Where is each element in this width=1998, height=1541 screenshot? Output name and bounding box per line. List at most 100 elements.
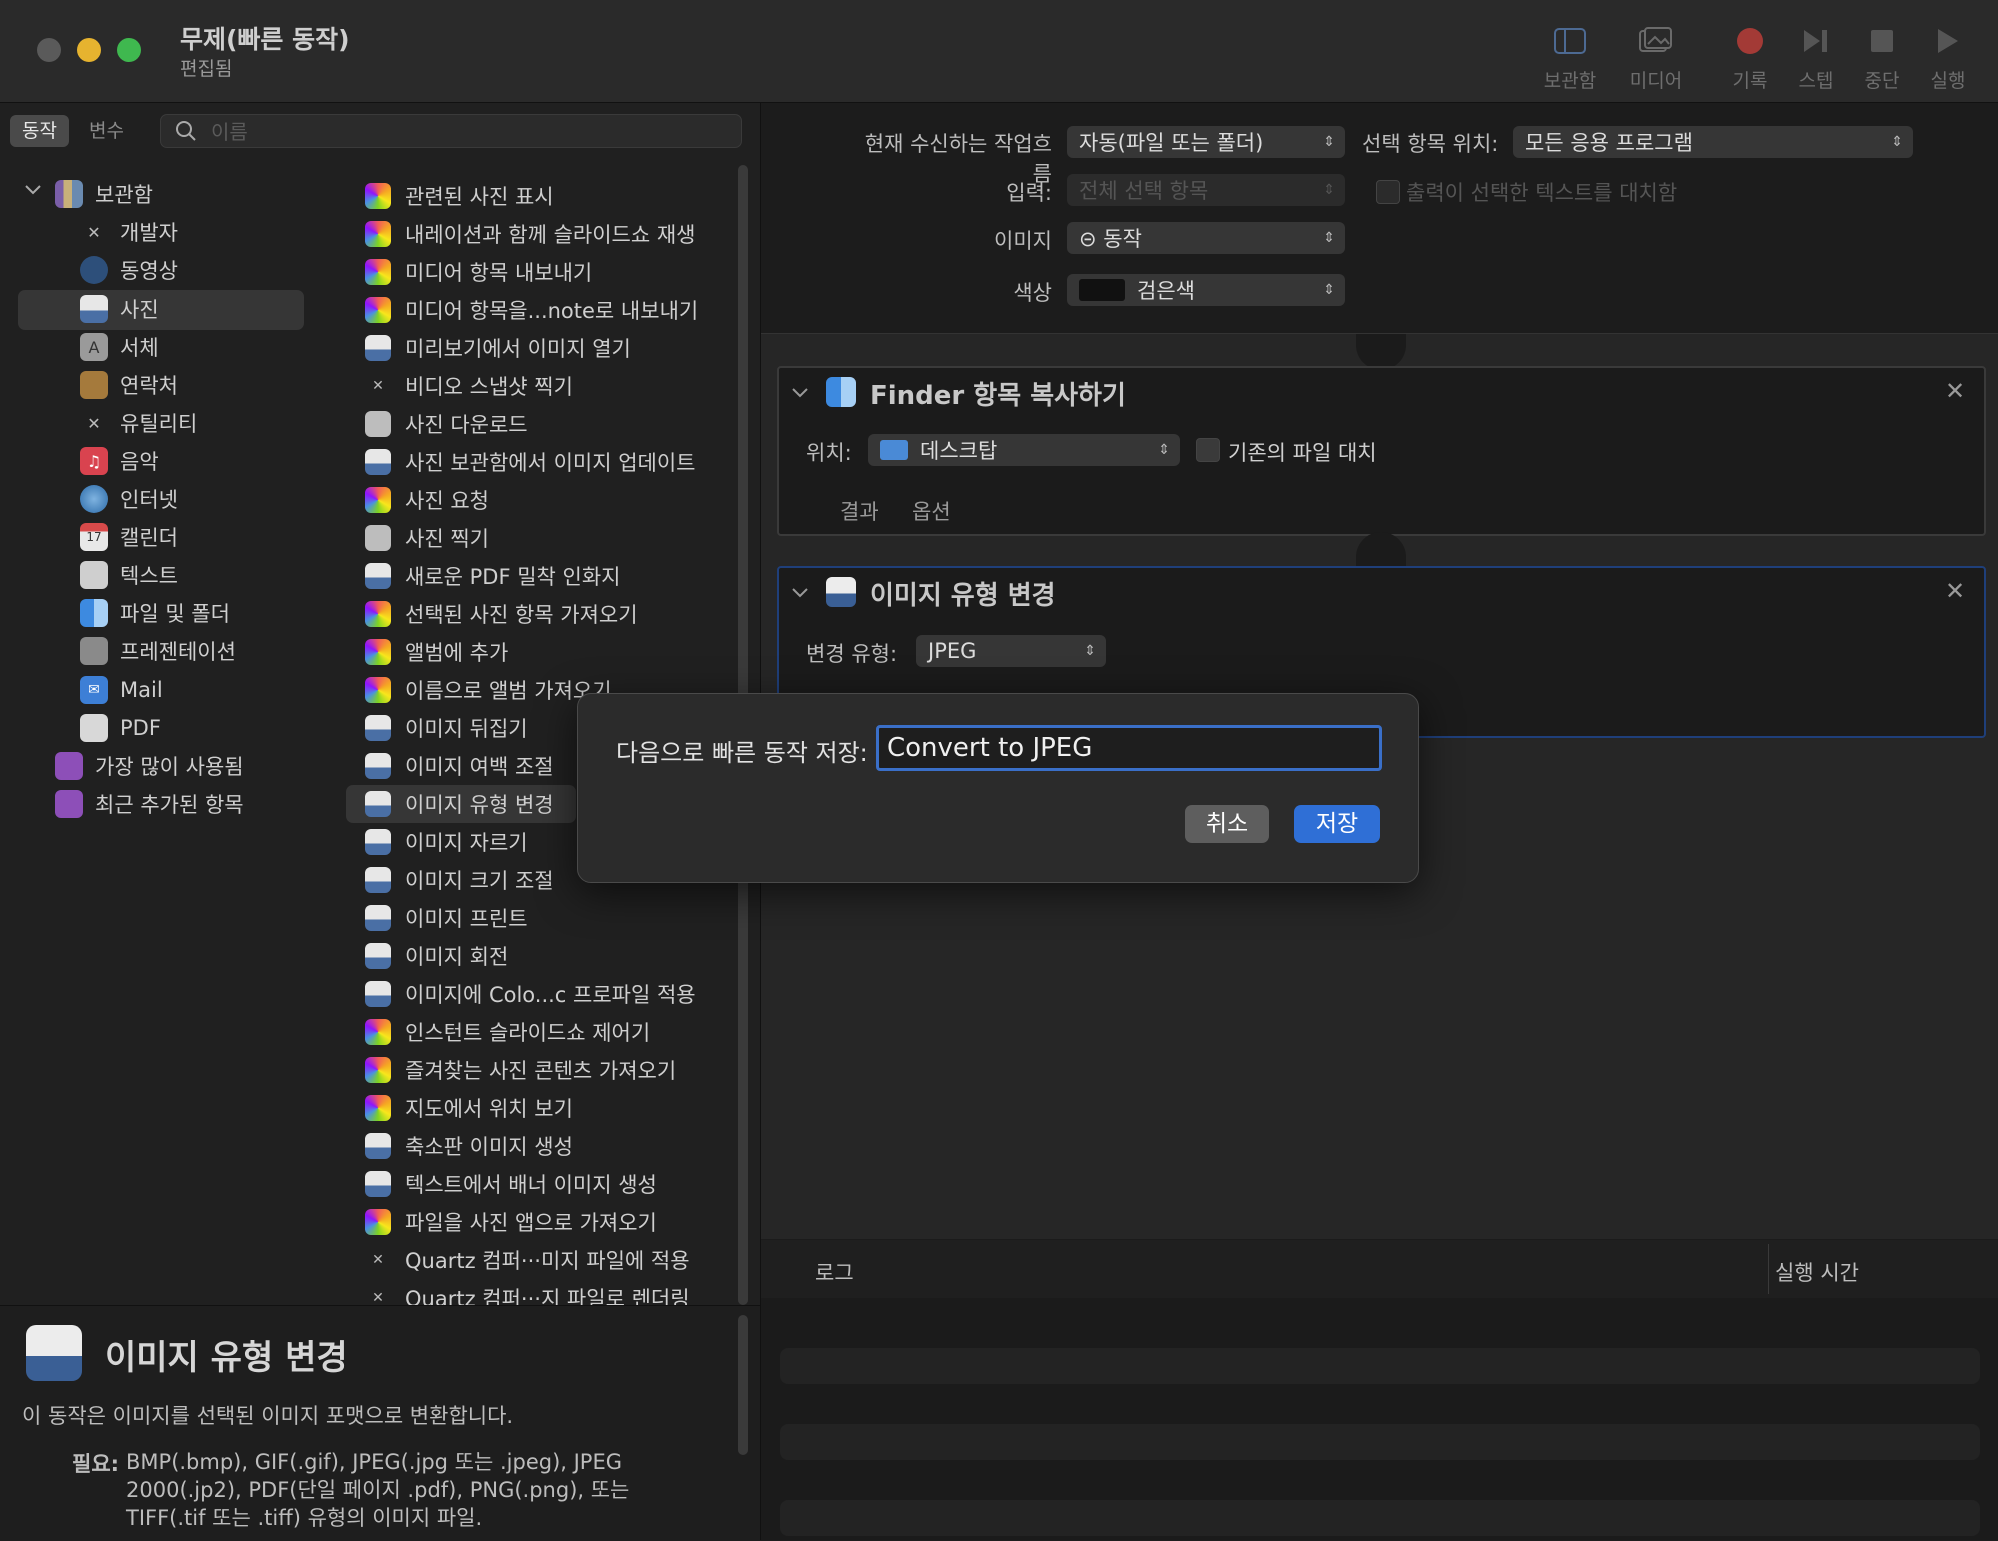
collapse-chevron-icon[interactable] — [790, 382, 810, 406]
library-item-text[interactable]: 텍스트 — [80, 557, 178, 593]
toolbar-media-button[interactable]: 미디어 — [1614, 22, 1698, 93]
search-field[interactable] — [160, 114, 742, 149]
action-list-item[interactable]: 인스턴트 슬라이드쇼 제어기 — [365, 1014, 650, 1050]
action-list-item[interactable]: 이미지 자르기 — [365, 824, 528, 860]
action-list-item[interactable]: 이미지 프린트 — [365, 900, 528, 936]
tab-results[interactable]: 결과 — [840, 496, 879, 526]
tab-actions[interactable]: 동작 — [10, 115, 69, 147]
presentation-icon — [80, 637, 108, 665]
collapse-chevron-icon[interactable] — [790, 582, 810, 606]
library-item-calendar[interactable]: 17 캘린더 — [80, 519, 178, 555]
preview-icon — [365, 449, 391, 475]
library-item-files-folders[interactable]: 파일 및 폴더 — [80, 595, 230, 631]
library-item-recently-added[interactable]: 최근 추가된 항목 — [55, 786, 244, 822]
action-list-item[interactable]: 이미지 크기 조절 — [365, 862, 554, 898]
save-dialog — [577, 693, 1419, 883]
library-item-developer[interactable]: ✕ 개발자 — [80, 214, 178, 250]
card-title: 이미지 유형 변경 — [870, 581, 1056, 611]
action-list-item[interactable]: 미리보기에서 이미지 열기 — [365, 330, 631, 366]
zoom-window-button[interactable] — [117, 38, 141, 62]
library-item-movies[interactable]: 동영상 — [80, 252, 178, 288]
card-title: Finder 항목 복사하기 — [870, 381, 1126, 411]
library-item-pdf[interactable]: PDF — [80, 710, 161, 746]
close-window-button[interactable] — [37, 38, 61, 62]
action-list-item[interactable]: 이미지에 Colo...c 프로파일 적용 — [365, 976, 696, 1012]
action-list-item[interactable]: 즐겨찾는 사진 콘텐츠 가져오기 — [365, 1052, 676, 1088]
photos-icon — [365, 1095, 391, 1121]
window-title: 무제(빠른 동작) — [180, 25, 350, 54]
library-item-utilities[interactable]: ✕ 유틸리티 — [80, 405, 197, 441]
action-list-item[interactable]: ✕ Quartz 컴퍼···미지 파일에 적용 — [365, 1242, 689, 1278]
music-icon: ♫ — [80, 447, 108, 475]
duration-column-header[interactable]: 실행 시간 — [1775, 1257, 1859, 1287]
library-item-presentations[interactable]: 프레젠테이션 — [80, 633, 236, 669]
action-list-item[interactable]: 내레이션과 함께 슬라이드쇼 재생 — [365, 216, 696, 252]
action-list-item[interactable]: 사진 요청 — [365, 482, 489, 518]
action-list-item[interactable]: 선택된 사진 항목 가져오기 — [365, 596, 638, 632]
action-list-item[interactable]: 이미지 유형 변경 — [365, 786, 554, 822]
library-item-most-used[interactable]: 가장 많이 사용됨 — [55, 748, 244, 784]
library-item-contacts[interactable]: 연락처 — [80, 367, 178, 403]
toolbar-library-button[interactable]: 보관함 — [1528, 22, 1612, 93]
popup-arrows-icon: ⇕ — [1323, 282, 1335, 298]
in-application-popup[interactable]: 모든 응용 프로그램 ⇕ — [1513, 126, 1913, 158]
action-list-item[interactable]: 사진 보관함에서 이미지 업데이트 — [365, 444, 696, 480]
action-list-item[interactable]: 미디어 항목 내보내기 — [365, 254, 592, 290]
to-type-popup[interactable]: JPEG ⇕ — [916, 635, 1106, 667]
action-list-item[interactable]: ✕ 비디오 스냅샷 찍기 — [365, 368, 573, 404]
action-list-item[interactable]: 텍스트에서 배너 이미지 생성 — [365, 1166, 657, 1202]
action-list-item[interactable]: 지도에서 위치 보기 — [365, 1090, 573, 1126]
search-input[interactable] — [209, 115, 713, 149]
log-column-header[interactable]: 로그 — [815, 1257, 854, 1287]
action-list-item[interactable]: 앨범에 추가 — [365, 634, 508, 670]
receives-popup[interactable]: 자동(파일 또는 폴더) ⇕ — [1067, 126, 1345, 158]
input-popup[interactable]: 전체 선택 항목 ⇕ — [1067, 174, 1345, 206]
preview-icon — [365, 1133, 391, 1159]
library-item-mail[interactable]: ✉ Mail — [80, 672, 163, 708]
tab-variables[interactable]: 변수 — [77, 115, 136, 147]
library-item-root[interactable]: 보관함 — [55, 176, 153, 212]
replace-text-checkbox[interactable] — [1376, 180, 1400, 204]
save-button[interactable]: 저장 — [1294, 805, 1380, 843]
cancel-button[interactable]: 취소 — [1185, 805, 1269, 843]
font-icon: A — [80, 333, 108, 361]
action-list-item[interactable]: 이름으로 앨범 가져오기 — [365, 672, 612, 708]
action-list-item[interactable]: 새로운 PDF 밀착 인화지 — [365, 558, 621, 594]
quick-action-name-input[interactable] — [879, 728, 1379, 768]
replace-existing-checkbox[interactable] — [1196, 438, 1220, 462]
action-list-item[interactable]: 파일을 사진 앱으로 가져오기 — [365, 1204, 657, 1240]
action-list-item[interactable]: 미디어 항목을...note로 내보내기 — [365, 292, 698, 328]
action-list-item[interactable]: 사진 다운로드 — [365, 406, 528, 442]
log-row — [780, 1424, 1980, 1460]
media-icon — [1614, 22, 1698, 60]
close-icon[interactable]: ✕ — [1945, 377, 1965, 405]
library-item-photos[interactable]: 사진 — [80, 291, 159, 327]
description-requires: BMP(.bmp), GIF(.gif), JPEG(.jpg 또는 .jpeg… — [126, 1450, 630, 1530]
smart-folder-icon — [55, 752, 83, 780]
library-disclosure-icon[interactable] — [24, 180, 42, 202]
quick-action-name-field[interactable] — [876, 725, 1382, 771]
action-list-item[interactable]: 축소판 이미지 생성 — [365, 1128, 573, 1164]
image-popup[interactable]: ⊝ 동작 ⇕ — [1067, 222, 1345, 254]
color-label: 색상 — [1013, 281, 1052, 305]
library-item-music[interactable]: ♫ 음악 — [80, 443, 159, 479]
search-icon — [175, 120, 197, 146]
photos-icon — [365, 221, 391, 247]
close-icon[interactable]: ✕ — [1945, 577, 1965, 605]
action-list-item[interactable]: 사진 찍기 — [365, 520, 489, 556]
library-item-internet[interactable]: 인터넷 — [80, 481, 178, 517]
color-popup[interactable]: 검은색 ⇕ — [1067, 274, 1345, 306]
to-location-popup[interactable]: 데스크탑 ⇕ — [868, 434, 1180, 466]
toolbar-run-button[interactable]: 실행 — [1906, 22, 1990, 93]
contacts-icon — [80, 371, 108, 399]
tab-options[interactable]: 옵션 — [912, 496, 951, 526]
action-list-item[interactable]: 이미지 회전 — [365, 938, 508, 974]
action-list-item[interactable]: 이미지 여백 조절 — [365, 748, 554, 784]
minimize-window-button[interactable] — [77, 38, 101, 62]
library-item-fonts[interactable]: A 서체 — [80, 329, 159, 365]
action-list-item[interactable]: 이미지 뒤집기 — [365, 710, 528, 746]
description-scrollbar[interactable] — [738, 1315, 748, 1455]
preview-icon — [365, 829, 391, 855]
popup-arrows-icon: ⇕ — [1323, 230, 1335, 246]
action-list-item[interactable]: 관련된 사진 표시 — [365, 178, 554, 214]
